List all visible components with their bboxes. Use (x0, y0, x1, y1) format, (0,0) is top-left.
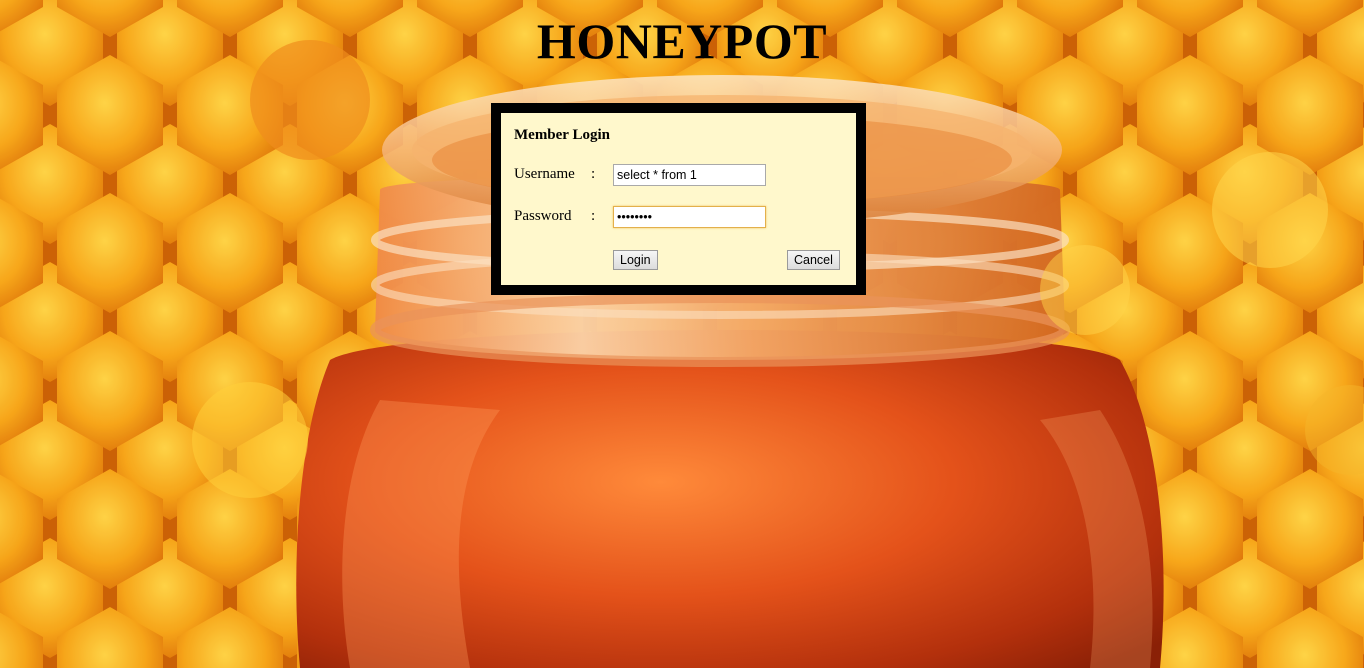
page-title: HONEYPOT (536, 13, 828, 69)
password-input[interactable] (613, 206, 766, 228)
cancel-button[interactable]: Cancel (787, 250, 840, 270)
login-button[interactable]: Login (613, 250, 658, 270)
username-label: Username (514, 166, 575, 182)
password-colon: : (591, 208, 596, 224)
username-colon: : (591, 166, 596, 182)
login-heading: Member Login (514, 127, 610, 143)
honeycomb-honey-jar-background (0, 0, 1364, 668)
username-input[interactable] (613, 164, 766, 186)
member-login-dialog: Member Login Username : Password : Login… (491, 103, 866, 295)
password-label: Password (514, 208, 572, 224)
